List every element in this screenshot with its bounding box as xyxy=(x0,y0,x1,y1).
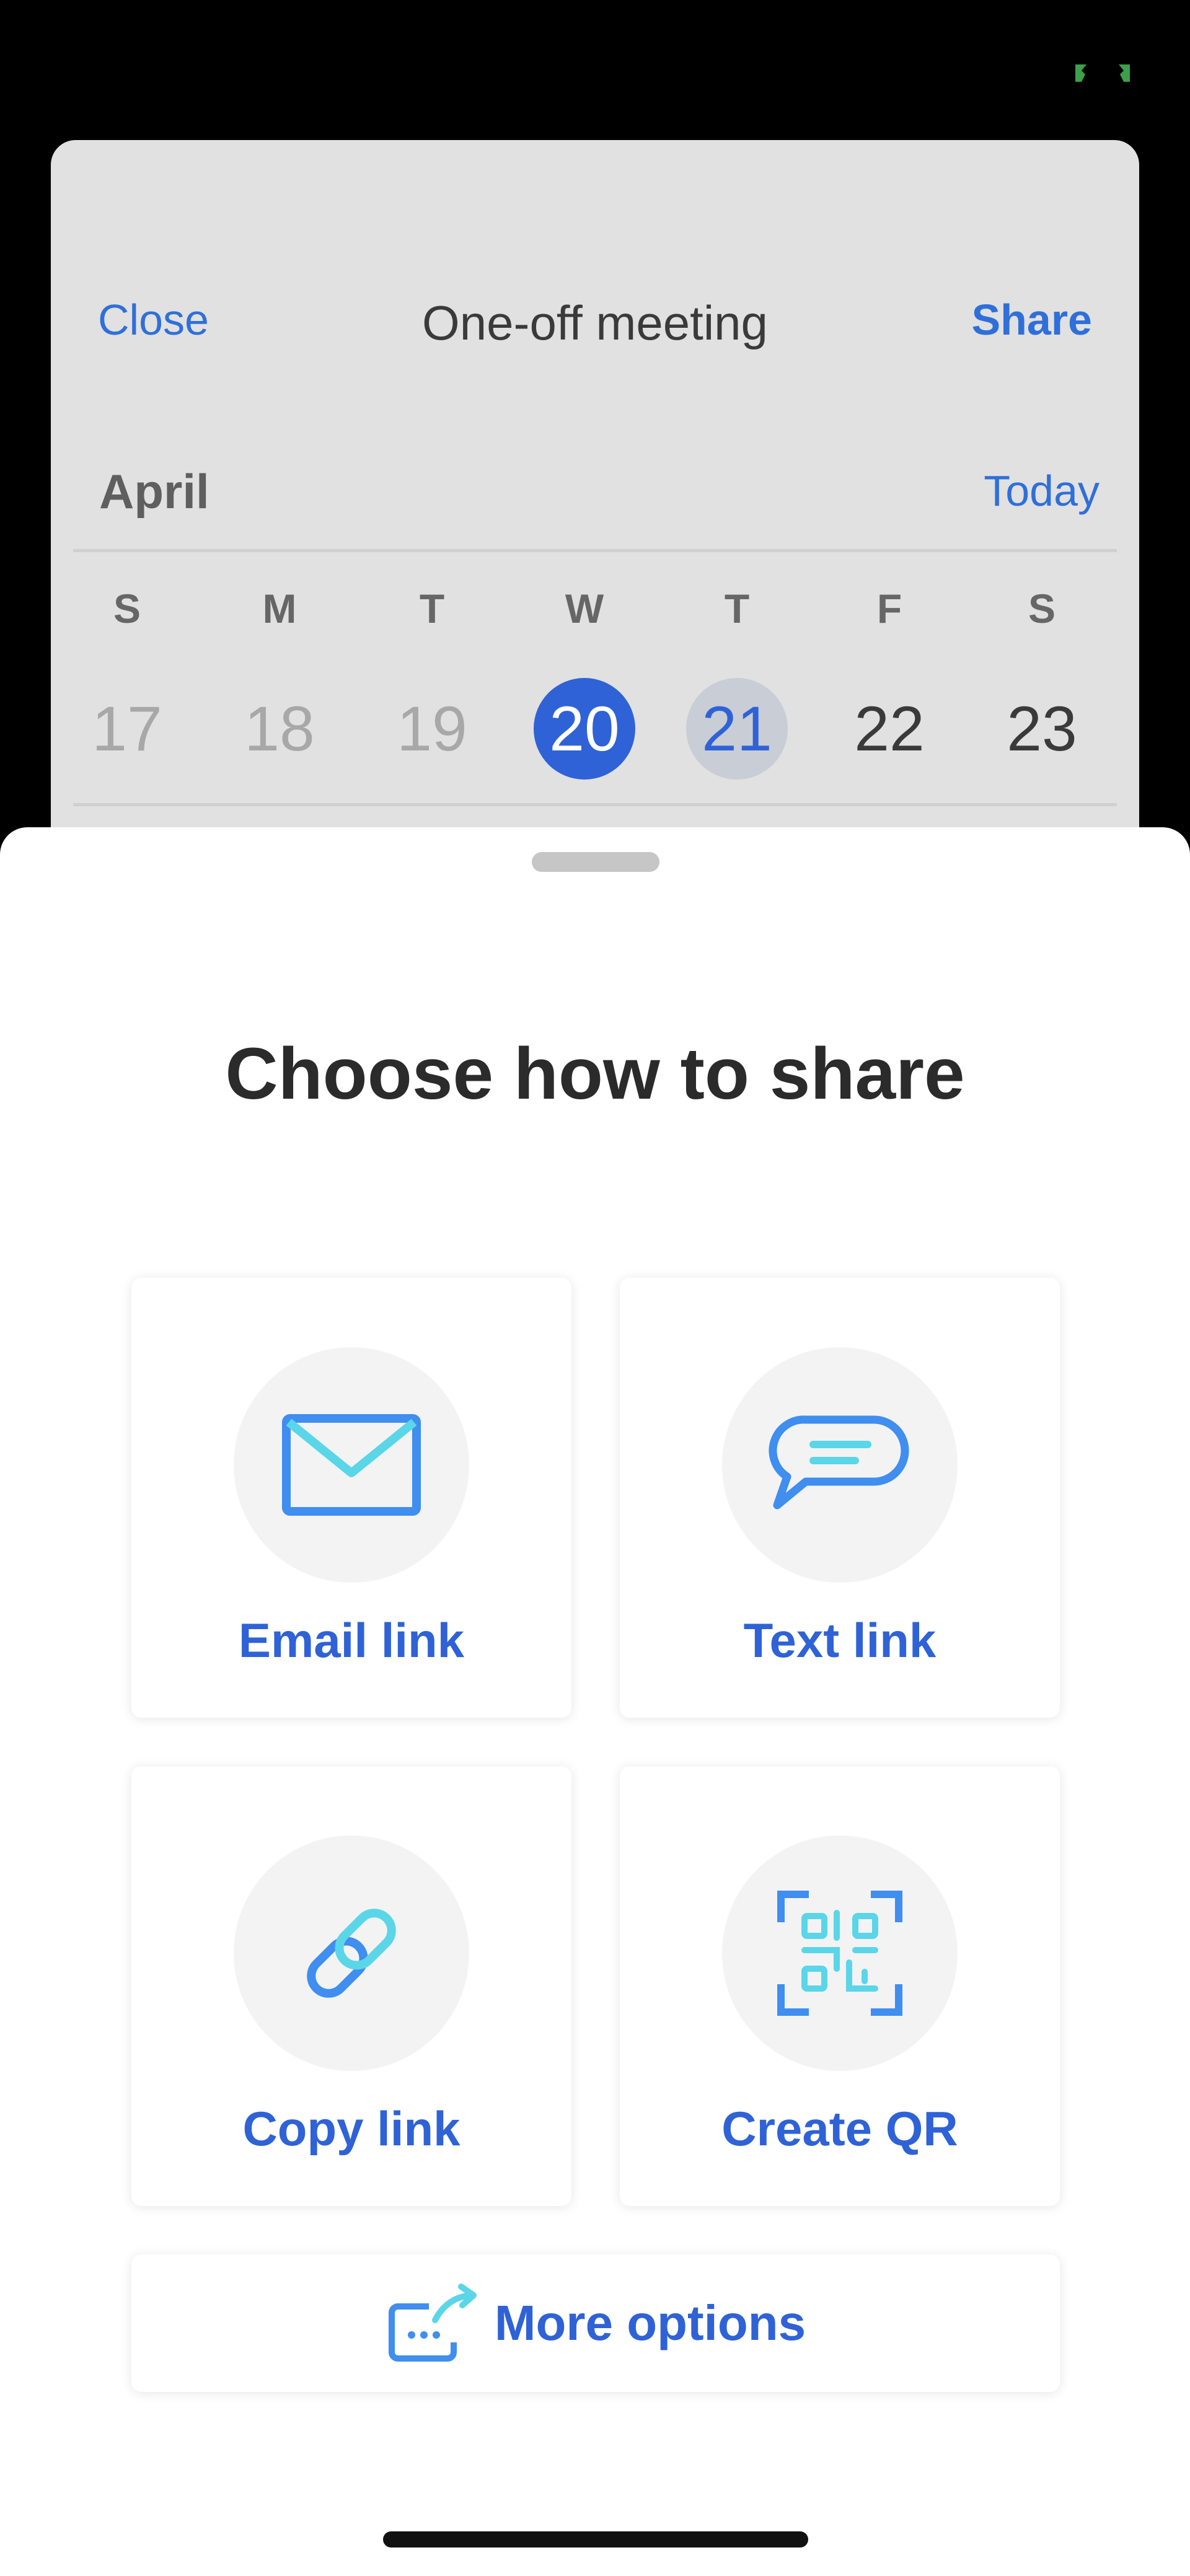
date-number: 17 xyxy=(92,693,162,764)
option-label: Email link xyxy=(238,1613,465,1668)
link-icon xyxy=(307,1909,396,1998)
date-number: 20 xyxy=(534,678,635,780)
sheet-title: Choose how to share xyxy=(225,1033,965,1115)
sheet-drag-handle[interactable] xyxy=(532,852,659,872)
option-label: Copy link xyxy=(242,2101,461,2156)
text-link-option[interactable]: Text link xyxy=(620,1278,1060,1718)
icon-circle xyxy=(722,1835,958,2071)
copy-link-option[interactable]: Copy link xyxy=(131,1766,571,2206)
month-header: April Today xyxy=(51,464,1139,519)
weekday-label: T xyxy=(724,586,750,631)
date-cell[interactable]: 23 xyxy=(966,678,1118,780)
share-button[interactable]: Share xyxy=(971,295,1092,345)
share-bottom-sheet: Choose how to share Email link Text link xyxy=(0,827,1190,2576)
weekday-label: W xyxy=(565,586,604,631)
option-label: Create QR xyxy=(721,2101,958,2156)
date-row: 17 18 19 20 21 22 23 xyxy=(51,678,1139,780)
weekday-label: F xyxy=(876,586,902,631)
envelope-icon xyxy=(282,1414,421,1516)
weekday-label: M xyxy=(262,586,297,631)
share-arrow-icon xyxy=(388,2284,477,2362)
create-qr-option[interactable]: Create QR xyxy=(620,1766,1060,2206)
chat-bubble-icon xyxy=(769,1415,909,1510)
divider xyxy=(73,803,1117,806)
weekday-header-row: S M T W T F S xyxy=(51,585,1139,632)
divider xyxy=(73,549,1117,552)
date-cell[interactable]: 19 xyxy=(356,678,508,780)
date-number: 18 xyxy=(244,693,315,764)
more-options-button[interactable]: More options xyxy=(131,2254,1060,2392)
weekday-label: T xyxy=(419,586,445,631)
icon-circle xyxy=(234,1835,469,2071)
date-number: 22 xyxy=(854,693,925,764)
weekday-label: S xyxy=(1028,586,1056,631)
date-cell[interactable]: 18 xyxy=(203,678,356,780)
nav-bar: One-off meeting Close Share xyxy=(51,295,1139,350)
date-number: 19 xyxy=(397,693,467,764)
today-button[interactable]: Today xyxy=(984,466,1100,516)
icon-circle xyxy=(234,1347,469,1583)
date-number: 23 xyxy=(1007,693,1077,764)
date-cell[interactable]: 22 xyxy=(813,678,966,780)
weekday-label: S xyxy=(113,586,141,631)
date-number: 21 xyxy=(686,678,788,780)
home-indicator[interactable] xyxy=(383,2531,808,2547)
background-meeting-screen: One-off meeting Close Share April Today … xyxy=(51,140,1139,884)
month-label: April xyxy=(99,464,209,519)
status-indicator-icon xyxy=(1075,64,1130,82)
close-button[interactable]: Close xyxy=(98,295,209,345)
date-cell[interactable]: 17 xyxy=(51,678,203,780)
qr-code-icon xyxy=(777,1891,902,2016)
date-cell-selected[interactable]: 20 xyxy=(508,678,661,780)
email-link-option[interactable]: Email link xyxy=(131,1278,571,1718)
date-cell-today[interactable]: 21 xyxy=(661,678,813,780)
icon-circle xyxy=(722,1347,958,1583)
option-label: Text link xyxy=(743,1613,937,1668)
more-options-label: More options xyxy=(494,2295,806,2350)
